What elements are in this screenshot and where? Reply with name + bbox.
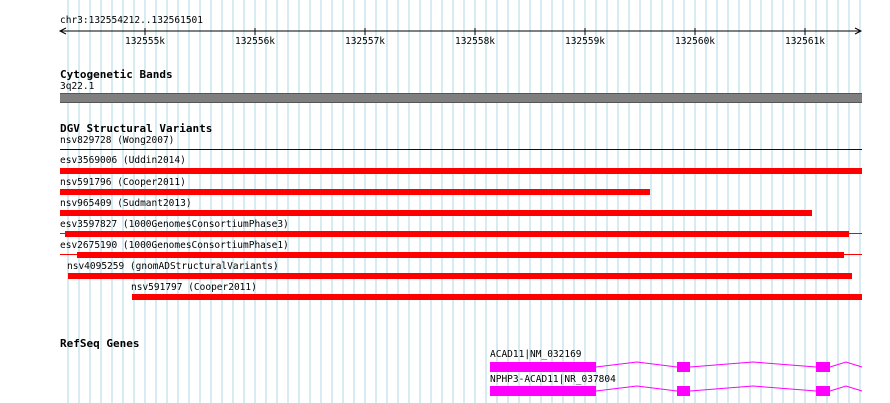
gene-label[interactable]: NPHP3-ACAD11|NR_037804: [490, 374, 616, 385]
genome-browser-panel: chr3:132554212..132561501 132555k 132556…: [0, 0, 890, 403]
gene-exon[interactable]: [490, 362, 596, 372]
gene-exon[interactable]: [490, 386, 596, 396]
gene-exon[interactable]: [677, 386, 690, 396]
gene-exon[interactable]: [816, 386, 830, 396]
gene-exon[interactable]: [816, 362, 830, 372]
gene-exon[interactable]: [677, 362, 690, 372]
gene-introns: [595, 361, 863, 392]
